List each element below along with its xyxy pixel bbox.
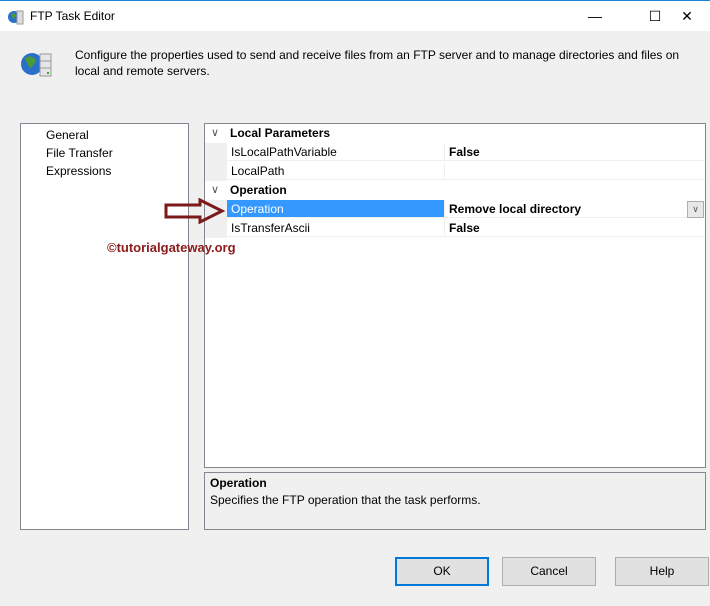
property-grid: ∨ Local Parameters IsLocalPathVariable F… — [204, 123, 706, 468]
nav-item-file-transfer[interactable]: File Transfer — [46, 144, 113, 162]
help-title: Operation — [210, 476, 267, 490]
property-row[interactable]: IsLocalPathVariable False — [205, 143, 705, 162]
operation-dropdown[interactable]: Remove local directory — [445, 200, 705, 218]
nav-item-expressions[interactable]: Expressions — [46, 162, 111, 180]
cancel-button[interactable]: Cancel — [502, 557, 596, 586]
header-description: Configure the properties used to send an… — [75, 48, 680, 78]
window-title: FTP Task Editor — [30, 9, 115, 23]
help-button[interactable]: Help — [615, 557, 709, 586]
collapse-chevron-icon[interactable]: ∨ — [211, 124, 219, 143]
property-name: IsTransferAscii — [227, 219, 445, 237]
property-row-selected[interactable]: Operation Remove local directory ∨ — [205, 200, 705, 219]
watermark: ©tutorialgateway.org — [107, 240, 236, 255]
close-button[interactable]: ✕ — [664, 1, 710, 31]
ok-button[interactable]: OK — [395, 557, 489, 586]
property-value[interactable]: False — [445, 143, 705, 161]
category-local-parameters[interactable]: ∨ Local Parameters — [205, 124, 705, 143]
property-name: IsLocalPathVariable — [227, 143, 445, 161]
page-nav-list: General File Transfer Expressions — [20, 123, 189, 530]
annotation-arrow-icon — [164, 198, 226, 224]
property-name: Operation — [227, 200, 445, 218]
nav-item-general[interactable]: General — [46, 126, 89, 144]
ftp-globe-server-icon — [21, 53, 52, 77]
property-help-box: Operation Specifies the FTP operation th… — [204, 472, 706, 530]
property-row[interactable]: LocalPath — [205, 162, 705, 181]
minimize-button[interactable]: — — [572, 1, 618, 31]
property-name: LocalPath — [227, 162, 445, 180]
property-value[interactable] — [445, 162, 705, 180]
category-label: Operation — [230, 183, 287, 197]
property-value[interactable]: False — [445, 219, 705, 237]
help-text: Specifies the FTP operation that the tas… — [210, 493, 481, 507]
ftp-task-icon — [8, 10, 24, 25]
dropdown-chevron-icon[interactable]: ∨ — [687, 201, 704, 218]
category-label: Local Parameters — [230, 126, 331, 140]
property-row[interactable]: IsTransferAscii False — [205, 219, 705, 238]
category-operation[interactable]: ∨ Operation — [205, 181, 705, 200]
title-bar: FTP Task Editor — ☐ ✕ — [0, 0, 710, 31]
